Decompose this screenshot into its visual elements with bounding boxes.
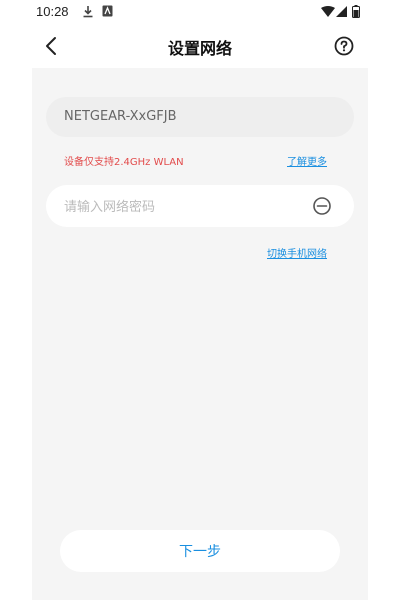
status-time: 10:28 [36, 4, 69, 19]
password-field [46, 185, 354, 227]
signal-icon [336, 6, 347, 17]
help-circle-icon[interactable] [332, 34, 356, 58]
battery-icon [352, 5, 360, 18]
app-screen: 10:28 设置网络 NETGEAR-XxGFJB 设备仅支持2.4GHz WL… [32, 0, 368, 600]
network-name-field: NETGEAR-XxGFJB [46, 97, 354, 137]
eye-toggle-icon[interactable] [312, 196, 332, 216]
learn-more-link[interactable]: 了解更多 [287, 153, 327, 168]
password-input[interactable] [64, 185, 294, 227]
page-title: 设置网络 [167, 39, 232, 58]
switch-network-link[interactable]: 切换手机网络 [267, 245, 327, 260]
wifi-icon [321, 6, 335, 17]
app-header: 设置网络 [32, 24, 368, 68]
notification-icon [102, 5, 113, 17]
download-icon [83, 6, 93, 18]
next-step-button[interactable]: 下一步 [60, 530, 340, 572]
wlan-notice: 设备仅支持2.4GHz WLAN [64, 157, 184, 168]
status-bar: 10:28 [32, 0, 368, 24]
